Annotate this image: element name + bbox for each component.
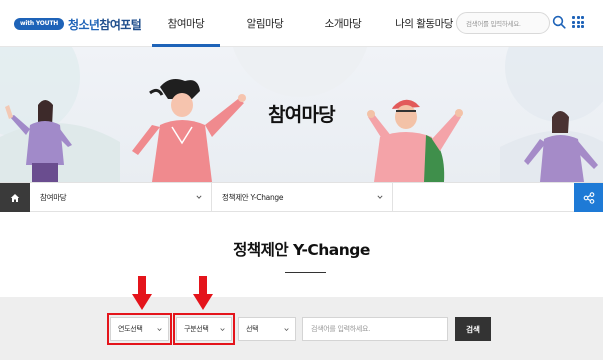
logo-text-part-b: 참여포털 — [99, 17, 142, 32]
hero-banner: 참여마당 — [0, 47, 603, 182]
home-icon — [10, 193, 20, 202]
highlight-box-year — [107, 313, 172, 345]
search-icon[interactable] — [552, 15, 566, 29]
search-filter-bar: 연도선택 구분선택 선택 검색어를 입력하세요. 검색 — [0, 297, 603, 360]
arrow-down-icon — [193, 276, 213, 310]
middle-left-person-figure — [132, 79, 246, 182]
search-field-select-value: 선택 — [246, 325, 259, 333]
home-button[interactable] — [0, 183, 30, 212]
site-header: with YOUTH 청소년참여포털 참여마당 알림마당 소개마당 나의 활동마… — [0, 0, 603, 47]
logo-text: 청소년참여포털 — [68, 16, 142, 33]
search-button[interactable]: 검색 — [455, 317, 491, 341]
site-logo[interactable]: with YOUTH 청소년참여포털 — [14, 13, 142, 35]
breadcrumb-level2-select[interactable]: 정책제안 Y-Change — [212, 183, 393, 212]
breadcrumb-level2-label: 정책제안 Y-Change — [222, 193, 284, 202]
logo-text-part-a: 청소년 — [68, 17, 100, 32]
header-search-input[interactable]: 검색어를 입력하세요. — [456, 12, 550, 34]
breadcrumb: 참여마당 정책제안 Y-Change — [0, 182, 603, 212]
nav-item-participation[interactable]: 참여마당 — [150, 0, 222, 47]
share-icon — [583, 191, 594, 204]
search-field-select[interactable]: 선택 — [238, 317, 296, 341]
keyword-search-input[interactable]: 검색어를 입력하세요. — [302, 317, 448, 341]
logo-badge: with YOUTH — [14, 18, 65, 30]
highlight-box-category — [173, 313, 235, 345]
chevron-down-icon — [377, 195, 383, 199]
nav-item-notice[interactable]: 알림마당 — [222, 0, 308, 46]
main-nav: 참여마당 알림마당 소개마당 나의 활동마당 — [150, 0, 470, 47]
title-divider — [285, 272, 326, 273]
chevron-down-icon — [284, 328, 289, 332]
nav-item-about[interactable]: 소개마당 — [308, 0, 378, 46]
chevron-down-icon — [196, 195, 202, 199]
arrow-down-icon — [132, 276, 152, 310]
grid-menu-icon[interactable] — [572, 16, 584, 28]
breadcrumb-level1-label: 참여마당 — [40, 193, 67, 202]
breadcrumb-level1-select[interactable]: 참여마당 — [30, 183, 212, 212]
banner-title: 참여마당 — [268, 104, 336, 126]
page-title: 정책제안 Y-Change — [233, 241, 370, 259]
share-button[interactable] — [574, 183, 603, 212]
